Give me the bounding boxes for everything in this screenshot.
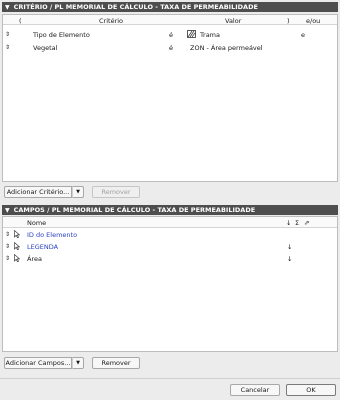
column-value[interactable]: Valor <box>225 17 241 25</box>
fields-column-header: Nome ↓ Σ ⇗ <box>3 217 337 228</box>
criteria-row-criterion[interactable]: Vegetal <box>33 44 57 52</box>
field-row[interactable]: ⇕ LEGENDA ↓ <box>3 241 337 252</box>
criteria-row-value[interactable]: ZON - Área permeável <box>190 44 263 52</box>
column-criterion[interactable]: Critério <box>99 17 123 25</box>
field-row[interactable]: ⇕ ID do Elemento <box>3 229 337 240</box>
cancel-button[interactable]: Cancelar <box>230 384 280 396</box>
field-sort[interactable]: ↓ <box>287 255 292 263</box>
drag-handle-icon[interactable]: ⇕ <box>5 31 10 38</box>
remove-field-button[interactable]: Remover <box>92 357 140 369</box>
fields-table: Nome ↓ Σ ⇗ ⇕ ID do Elemento ⇕ LEGENDA ↓ … <box>2 216 338 352</box>
drag-handle-icon[interactable]: ⇕ <box>5 243 10 250</box>
criteria-row-operator[interactable]: é <box>169 44 173 52</box>
cursor-icon <box>14 229 21 240</box>
criteria-row-operator[interactable]: é <box>169 31 173 39</box>
column-close-paren[interactable]: ) <box>287 17 290 25</box>
field-name[interactable]: Área <box>27 255 42 263</box>
criteria-table: ( Critério Valor ) e/ou ⇕ Tipo de Elemen… <box>2 14 338 182</box>
field-name[interactable]: LEGENDA <box>27 243 58 251</box>
remove-criterion-button[interactable]: Remover <box>92 186 140 198</box>
column-name[interactable]: Nome <box>27 219 46 227</box>
fields-section-title: CAMPOS / PL MEMORIAL DE CÁLCULO - TAXA D… <box>13 206 256 214</box>
chevron-down-icon: ▼ <box>76 360 80 366</box>
criteria-row[interactable]: ⇕ Vegetal é ZON - Área permeável <box>3 42 337 53</box>
drag-handle-icon[interactable]: ⇕ <box>5 44 10 51</box>
criteria-section-title: CRITÉRIO / PL MEMORIAL DE CÁLCULO - TAXA… <box>13 3 258 11</box>
criteria-row-and-or[interactable]: e <box>301 31 305 39</box>
footer-divider <box>0 378 340 379</box>
add-fields-dropdown[interactable]: ▼ <box>72 357 84 369</box>
criteria-section-header[interactable]: ▼ CRITÉRIO / PL MEMORIAL DE CÁLCULO - TA… <box>2 2 338 12</box>
drag-handle-icon[interactable]: ⇕ <box>5 255 10 262</box>
collapse-triangle-icon[interactable]: ▼ <box>5 4 10 11</box>
drag-handle-icon[interactable]: ⇕ <box>5 231 10 238</box>
column-and-or[interactable]: e/ou <box>306 17 320 25</box>
add-criterion-button[interactable]: Adicionar Critério... <box>4 186 72 198</box>
criteria-column-header: ( Critério Valor ) e/ou <box>3 15 337 25</box>
cursor-icon <box>14 253 21 264</box>
criteria-row-value[interactable]: Trama <box>200 31 220 39</box>
column-sum[interactable]: Σ <box>295 219 299 227</box>
chevron-down-icon: ▼ <box>76 189 80 195</box>
cursor-icon <box>14 241 21 252</box>
column-pin[interactable]: ⇗ <box>304 219 309 227</box>
column-open-paren[interactable]: ( <box>19 17 22 25</box>
collapse-triangle-icon[interactable]: ▼ <box>5 207 10 214</box>
column-sort[interactable]: ↓ <box>286 219 291 227</box>
criteria-row-criterion[interactable]: Tipo de Elemento <box>33 31 90 39</box>
field-sort[interactable]: ↓ <box>287 243 292 251</box>
field-row[interactable]: ⇕ Área ↓ <box>3 253 337 264</box>
add-criterion-dropdown[interactable]: ▼ <box>72 186 84 198</box>
criteria-row[interactable]: ⇕ Tipo de Elemento é Trama e <box>3 29 337 40</box>
ok-button[interactable]: OK <box>286 384 336 396</box>
add-fields-button[interactable]: Adicionar Campos... <box>4 357 72 369</box>
hatch-icon <box>187 30 196 40</box>
fields-section-header[interactable]: ▼ CAMPOS / PL MEMORIAL DE CÁLCULO - TAXA… <box>2 205 338 215</box>
field-name[interactable]: ID do Elemento <box>27 231 77 239</box>
